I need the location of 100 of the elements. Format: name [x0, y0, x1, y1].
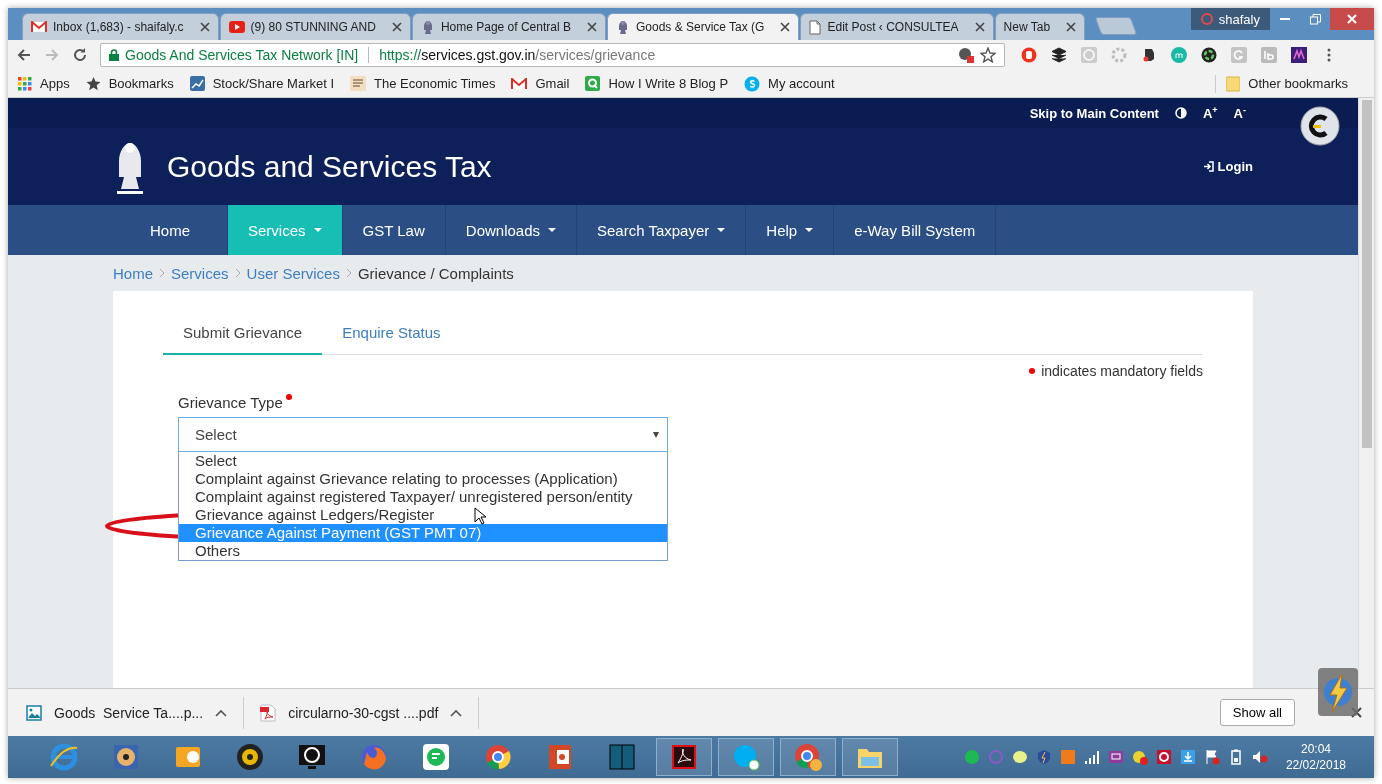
mail-icon: [31, 21, 47, 33]
download-tray-icon[interactable]: [1179, 749, 1196, 765]
apps-grid-icon: [18, 76, 32, 91]
login-link[interactable]: Login: [1202, 159, 1253, 174]
tab-close-icon[interactable]: [391, 22, 402, 32]
lemon-tray-icon[interactable]: [1011, 749, 1028, 765]
breadcrumb-link[interactable]: Home: [113, 264, 153, 282]
document-icon: [809, 19, 822, 35]
clock[interactable]: 20:04 22/02/2018: [1285, 741, 1346, 773]
profile-icon: [1200, 13, 1213, 25]
cookie-blocked-icon[interactable]: [958, 47, 974, 63]
close-window-button[interactable]: [1330, 8, 1374, 30]
chrome-icon[interactable]: [483, 742, 513, 772]
chat-monitor-icon[interactable]: [297, 742, 327, 772]
signal-bars-icon[interactable]: [1083, 749, 1100, 765]
cursor-icon: [474, 507, 486, 525]
download-item[interactable]: Goods Service Ta....p...: [26, 696, 245, 729]
pdf-file-icon: [260, 703, 277, 722]
login-icon: [1202, 161, 1214, 172]
dropdown-option[interactable]: Select: [179, 452, 667, 470]
stop-hand-icon[interactable]: [1021, 47, 1037, 63]
zigzag-extension-icon[interactable]: [1291, 47, 1307, 63]
q-tray-icon[interactable]: [1155, 749, 1172, 765]
nav-item[interactable]: e-Way Bill System: [834, 205, 997, 255]
chat-s-icon[interactable]: [731, 742, 761, 772]
breadcrumb-link[interactable]: User Services: [246, 264, 340, 282]
tab-close-icon[interactable]: [199, 22, 210, 32]
extension-badge-icon[interactable]: [1300, 106, 1340, 146]
image-file-icon: [26, 704, 42, 721]
bookmark-item[interactable]: My account: [744, 75, 835, 92]
star-outline-icon[interactable]: [980, 47, 996, 63]
browser-tab[interactable]: Home Page of Central B: [411, 13, 606, 40]
skip-link[interactable]: Skip to Main Content: [1029, 105, 1159, 121]
chrome-cat-icon[interactable]: [793, 742, 823, 772]
breadcrumb-link[interactable]: Services: [171, 264, 229, 282]
reload-icon[interactable]: [72, 47, 88, 63]
nav-item[interactable]: Help: [746, 205, 835, 255]
chevron-icon: [234, 268, 241, 278]
scrollbar[interactable]: [1358, 98, 1374, 688]
close-icon: [1347, 14, 1357, 24]
back-icon[interactable]: [16, 47, 32, 63]
browser-tab[interactable]: Inbox (1,683) - shaifaly.c: [22, 13, 219, 40]
bookmark-item[interactable]: Gmail: [511, 76, 570, 91]
dropdown-option[interactable]: Others: [179, 542, 667, 560]
flag-tray-icon[interactable]: [1203, 749, 1220, 765]
webcam-icon[interactable]: [235, 742, 265, 772]
form-tab[interactable]: Submit Grievance: [163, 318, 323, 355]
url-text: https://services.gst.gov.in/services/grievance: [379, 47, 657, 63]
chat-bubble-icon[interactable]: [421, 742, 451, 772]
browser-tab[interactable]: (9) 80 STUNNING AND: [219, 13, 411, 40]
shield-tray-icon[interactable]: [1035, 749, 1052, 765]
mandatory-note: indicates mandatory fields: [1041, 363, 1203, 379]
bookmark-item[interactable]: The Economic Times: [350, 76, 496, 91]
dropdown-option[interactable]: Grievance against Ledgers/Register: [179, 506, 667, 524]
screen-tray-icon[interactable]: [1107, 749, 1124, 765]
bookmark-item[interactable]: Bookmarks: [85, 76, 174, 91]
tab-close-icon[interactable]: [586, 22, 597, 32]
layers-icon[interactable]: [1051, 47, 1067, 63]
field-label: Grievance Type: [178, 394, 283, 411]
dropdown-option[interactable]: Complaint against registered Taxpayer/ unregistered person/entity: [179, 488, 667, 506]
split-window-icon[interactable]: [607, 742, 637, 772]
tab-close-icon[interactable]: [974, 22, 985, 32]
breadcrumb-current: Grievance / Complaints: [357, 264, 514, 282]
chevron-up-icon[interactable]: [450, 708, 463, 717]
chevron-up-icon[interactable]: [215, 708, 228, 717]
chevron-icon: [345, 268, 352, 278]
browser-tab[interactable]: Edit Post ‹ CONSULTEA: [800, 13, 994, 40]
nav-item[interactable]: GST Law: [342, 205, 446, 255]
nav-item[interactable]: Search Taxpayer: [577, 205, 747, 255]
profile-button[interactable]: shafaly: [1190, 8, 1270, 30]
dropdown-option[interactable]: Complaint against Grievance relating to processes (Application): [179, 470, 667, 488]
browser-tab[interactable]: Goods & Service Tax (G: [606, 13, 800, 40]
lock-icon: [109, 49, 119, 61]
alert-tray-icon[interactable]: [1131, 749, 1148, 765]
muted-speaker-icon[interactable]: [1251, 749, 1268, 765]
elephant-icon[interactable]: [1141, 47, 1157, 63]
site-title: Goods and Services Tax: [167, 149, 493, 184]
tab-close-icon[interactable]: [780, 22, 791, 32]
address-bar[interactable]: Goods And Services Tax Network [IN] https://services.gst.gov.in/services/grievance: [100, 43, 1005, 67]
bookmark-item[interactable]: Stock/Share Market I: [189, 76, 335, 91]
browser-tab[interactable]: New Tab: [994, 13, 1086, 40]
bookmark-item[interactable]: How I Write 8 Blog P: [585, 76, 729, 91]
form-tab[interactable]: Enquire Status: [322, 318, 461, 355]
contrast-icon[interactable]: [1174, 107, 1187, 119]
font-decrease-button[interactable]: A$^{-}$: [1233, 104, 1246, 122]
download-item[interactable]: circularno-30-cgst ....pdf: [260, 696, 480, 729]
nav-item[interactable]: Downloads: [445, 205, 577, 255]
show-all-button[interactable]: Show all: [1219, 699, 1295, 726]
browser-e-icon[interactable]: [49, 742, 79, 772]
pdf-reader-icon[interactable]: [669, 742, 699, 772]
bookmark-item[interactable]: Apps: [18, 76, 70, 91]
bookmark-folder[interactable]: Other bookmarks: [1226, 75, 1348, 92]
chart-icon: [189, 76, 205, 91]
folder-icon: [1226, 75, 1241, 92]
tab-close-icon[interactable]: [1066, 22, 1077, 32]
site-identity: Goods And Services Tax Network [IN]: [125, 47, 359, 63]
color-wheel-icon[interactable]: [1201, 47, 1217, 63]
skype-icon: [744, 75, 761, 92]
font-increase-button[interactable]: A$^{+}$: [1202, 104, 1218, 122]
mail-icon: [511, 77, 528, 90]
